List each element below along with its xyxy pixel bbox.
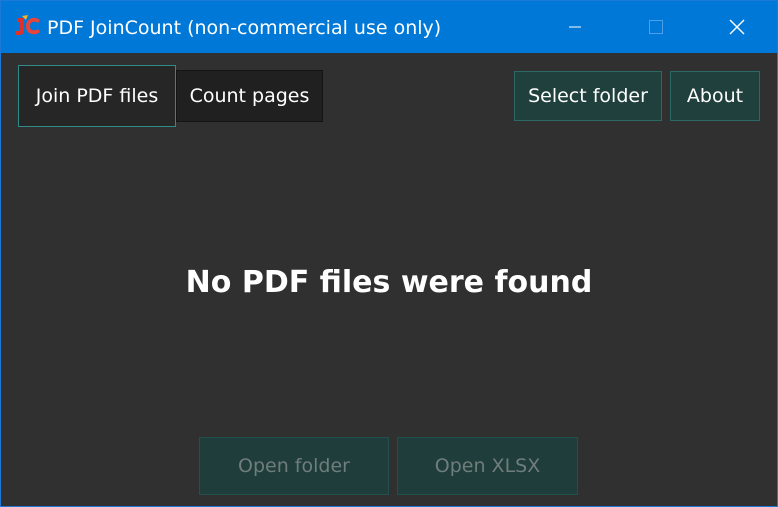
app-logo-icon: [14, 14, 42, 38]
tab-label: Join PDF files: [35, 84, 159, 107]
select-folder-button[interactable]: Select folder: [514, 71, 662, 121]
close-button[interactable]: [697, 1, 777, 53]
title-bar[interactable]: PDF JoinCount (non-commercial use only): [1, 1, 777, 53]
tab-label: Count pages: [189, 84, 310, 107]
window-title: PDF JoinCount (non-commercial use only): [47, 17, 442, 39]
about-button[interactable]: About: [670, 71, 760, 121]
open-folder-button[interactable]: Open folder: [199, 437, 389, 495]
app-window: PDF JoinCount (non-commercial use only) …: [0, 0, 778, 507]
minimize-button[interactable]: [535, 1, 615, 53]
open-xlsx-button[interactable]: Open XLSX: [397, 437, 578, 495]
tab-join-pdf-files[interactable]: Join PDF files: [18, 65, 176, 127]
empty-state-message: No PDF files were found: [185, 265, 593, 300]
tab-count-pages[interactable]: Count pages: [176, 70, 323, 122]
maximize-button[interactable]: [616, 1, 696, 53]
main-content: Join PDF files Count pages Select folder…: [1, 53, 777, 506]
